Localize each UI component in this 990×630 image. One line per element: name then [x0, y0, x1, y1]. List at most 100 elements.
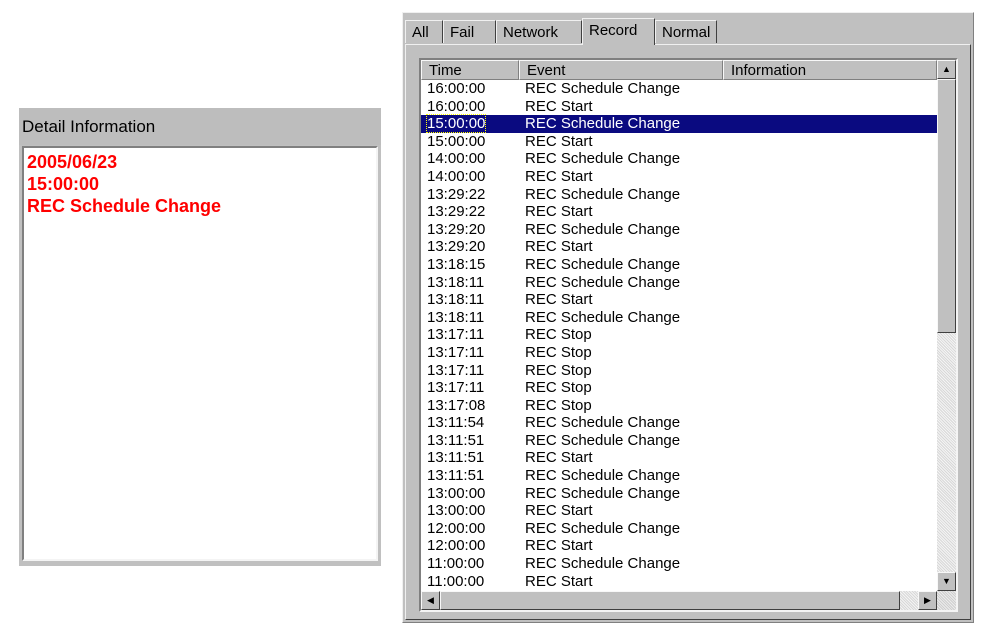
- table-row[interactable]: 13:29:22 REC Schedule Change: [421, 186, 937, 204]
- row-time: 13:11:51: [427, 431, 485, 449]
- row-time: 13:18:15: [427, 255, 486, 273]
- row-time: 12:00:00: [427, 519, 486, 537]
- table-row[interactable]: 15:00:00 REC Schedule Change: [421, 114, 937, 134]
- tab-fail[interactable]: Fail: [443, 20, 496, 43]
- row-event: REC Start: [525, 238, 593, 256]
- tab-all[interactable]: All: [405, 20, 443, 43]
- tab-normal[interactable]: Normal: [655, 20, 717, 43]
- row-time: 13:17:11: [427, 361, 485, 379]
- scrollbar-corner: [937, 591, 956, 610]
- table-row[interactable]: 13:18:11 REC Start: [421, 291, 937, 309]
- table-row[interactable]: 13:00:00 REC Start: [421, 502, 937, 520]
- table-row[interactable]: 13:29:20 REC Schedule Change: [421, 221, 937, 239]
- column-header-information[interactable]: Information: [723, 60, 937, 80]
- table-row[interactable]: 13:17:11 REC Stop: [421, 326, 937, 344]
- row-time: 14:00:00: [427, 150, 486, 168]
- row-event: REC Schedule Change: [525, 555, 681, 573]
- row-event: REC Schedule Change: [525, 431, 681, 449]
- table-row[interactable]: 13:18:11 REC Schedule Change: [421, 274, 937, 292]
- horizontal-scroll-thumb[interactable]: [440, 591, 900, 610]
- table-row[interactable]: 16:00:00 REC Schedule Change: [421, 80, 937, 98]
- vertical-scrollbar[interactable]: ▲ ▼: [937, 60, 956, 591]
- row-time: 13:29:20: [427, 238, 486, 256]
- table-row[interactable]: 13:11:51 REC Start: [421, 449, 937, 467]
- row-event: REC Schedule Change: [525, 484, 681, 502]
- row-time: 13:11:51: [427, 467, 485, 485]
- table-row[interactable]: 13:29:20 REC Start: [421, 238, 937, 256]
- row-event: REC Start: [525, 97, 593, 115]
- table-row[interactable]: 16:00:00 REC Start: [421, 98, 937, 116]
- row-time: 13:29:20: [427, 220, 486, 238]
- table-row[interactable]: 11:00:00 REC Start: [421, 573, 937, 591]
- table-row[interactable]: 14:00:00 REC Schedule Change: [421, 150, 937, 168]
- table-row[interactable]: 11:00:00 REC Schedule Change: [421, 555, 937, 573]
- row-event: REC Schedule Change: [525, 185, 681, 203]
- table-row[interactable]: 13:17:11 REC Stop: [421, 362, 937, 380]
- table-row[interactable]: 12:00:00 REC Schedule Change: [421, 520, 937, 538]
- tab-network[interactable]: Network: [496, 20, 582, 43]
- scroll-down-icon[interactable]: ▼: [937, 572, 956, 591]
- row-event: REC Start: [525, 502, 593, 520]
- row-time: 13:00:00: [427, 502, 486, 520]
- table-row[interactable]: 13:18:15 REC Schedule Change: [421, 256, 937, 274]
- detail-title: Detail Information: [19, 108, 381, 145]
- table-row[interactable]: 13:11:51 REC Schedule Change: [421, 432, 937, 450]
- row-event: REC Schedule Change: [525, 220, 681, 238]
- row-event: REC Schedule Change: [525, 414, 681, 432]
- row-time: 13:17:08: [427, 396, 486, 414]
- row-event: REC Stop: [525, 326, 592, 344]
- log-window: All Fail Network Record Normal Time Even…: [402, 12, 974, 623]
- row-event: REC Schedule Change: [525, 273, 681, 291]
- row-time: 14:00:00: [427, 167, 486, 185]
- vertical-scroll-thumb[interactable]: [937, 79, 956, 333]
- row-event: REC Stop: [525, 343, 592, 361]
- row-event: REC Start: [525, 291, 593, 309]
- row-event: REC Start: [525, 537, 593, 555]
- table-row[interactable]: 14:00:00 REC Start: [421, 168, 937, 186]
- tab-record[interactable]: Record: [582, 18, 655, 45]
- row-time: 13:00:00: [427, 484, 486, 502]
- table-row[interactable]: 13:00:00 REC Schedule Change: [421, 485, 937, 503]
- row-time: 13:18:11: [427, 308, 485, 326]
- scroll-left-icon[interactable]: ◀: [421, 591, 440, 610]
- row-time: 16:00:00: [427, 80, 486, 97]
- row-event: REC Schedule Change: [525, 115, 681, 133]
- row-time: 13:17:11: [427, 343, 485, 361]
- tab-body-record: Time Event Information 16:00:00 REC Sched…: [405, 44, 971, 620]
- table-row[interactable]: 13:18:11 REC Schedule Change: [421, 309, 937, 327]
- table-row[interactable]: 13:11:54 REC Schedule Change: [421, 414, 937, 432]
- detail-panel: Detail Information 2005/06/23 15:00:00 R…: [19, 108, 381, 566]
- scroll-right-icon[interactable]: ▶: [918, 591, 937, 610]
- table-row[interactable]: 15:00:00 REC Start: [421, 133, 937, 151]
- column-header-event[interactable]: Event: [519, 60, 723, 80]
- detail-date: 2005/06/23: [27, 152, 118, 172]
- row-event: REC Start: [525, 167, 593, 185]
- log-rows: 16:00:00 REC Schedule Change 16:00:00 REC S…: [421, 80, 937, 590]
- row-time: 16:00:00: [427, 97, 486, 115]
- row-time: 13:18:11: [427, 273, 485, 291]
- log-list[interactable]: Time Event Information 16:00:00 REC Sched…: [419, 58, 958, 612]
- table-row[interactable]: 13:17:11 REC Stop: [421, 379, 937, 397]
- row-time: 11:00:00: [427, 572, 485, 590]
- detail-text-box[interactable]: 2005/06/23 15:00:00 REC Schedule Change: [22, 146, 378, 561]
- scroll-up-icon[interactable]: ▲: [937, 60, 956, 79]
- row-event: REC Stop: [525, 396, 592, 414]
- row-event: REC Schedule Change: [525, 519, 681, 537]
- row-event: REC Schedule Change: [525, 255, 681, 273]
- column-header-time[interactable]: Time: [421, 60, 519, 80]
- detail-time: 15:00:00: [27, 174, 100, 194]
- row-time: 13:17:11: [427, 326, 485, 344]
- row-time: 13:29:22: [427, 203, 486, 221]
- row-time: 13:29:22: [427, 185, 486, 203]
- row-time: 13:11:54: [427, 414, 485, 432]
- row-event: REC Schedule Change: [525, 308, 681, 326]
- row-event: REC Start: [525, 572, 593, 590]
- table-row[interactable]: 12:00:00 REC Start: [421, 537, 937, 555]
- horizontal-scrollbar[interactable]: ◀ ▶: [421, 591, 937, 610]
- table-row[interactable]: 13:11:51 REC Schedule Change: [421, 467, 937, 485]
- table-row[interactable]: 13:29:22 REC Start: [421, 203, 937, 221]
- row-time: 15:00:00: [427, 132, 486, 150]
- table-row[interactable]: 13:17:11 REC Stop: [421, 344, 937, 362]
- row-event: REC Schedule Change: [525, 80, 681, 97]
- table-row[interactable]: 13:17:08 REC Stop: [421, 397, 937, 415]
